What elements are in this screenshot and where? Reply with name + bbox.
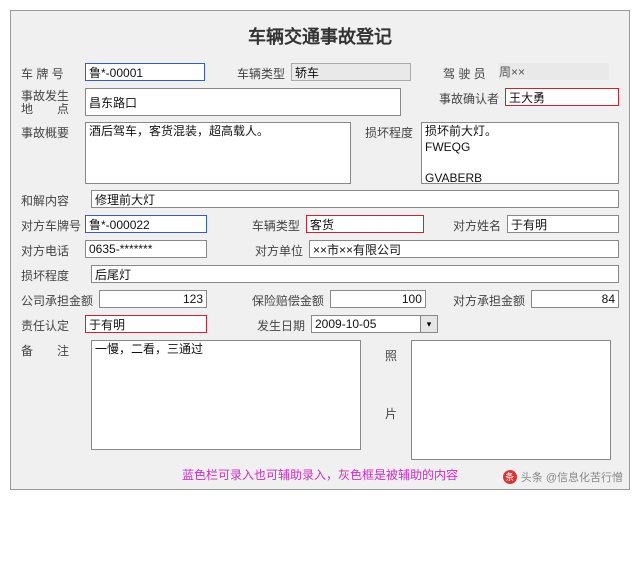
label-vehicle-type: 车辆类型 (237, 63, 291, 82)
form-title: 车辆交通事故登记 (21, 23, 619, 49)
label-confirmer: 事故确认者 (439, 88, 505, 107)
input-opp-amount[interactable] (531, 290, 619, 308)
label-occur-date: 发生日期 (257, 315, 311, 334)
textarea-summary[interactable]: 酒后驾车，客货混装，超高载人。 (85, 122, 351, 184)
label-summary: 事故概要 (21, 122, 85, 141)
textarea-remark[interactable]: 一慢，二看，三通过 (91, 340, 361, 450)
input-confirmer[interactable] (505, 88, 619, 106)
label-responsible: 责任认定 (21, 315, 85, 334)
watermark-icon: 条 (503, 470, 517, 484)
input-plate-no[interactable] (85, 63, 205, 81)
input-vehicle-type (291, 63, 411, 81)
watermark: 条 头条 @信息化苦行憎 (503, 469, 623, 485)
input-responsible[interactable] (85, 315, 207, 333)
label-insurance-amount: 保险赔偿金额 (252, 290, 330, 309)
calendar-button[interactable]: ▾ (420, 315, 438, 333)
value-driver: 周×× (499, 63, 609, 80)
input-opp-plate[interactable] (85, 215, 207, 233)
input-opp-name[interactable] (507, 215, 619, 233)
label-opp-amount: 对方承担金额 (453, 290, 531, 309)
input-opp-unit[interactable] (309, 240, 619, 258)
label-driver: 驾 驶 员 (443, 63, 499, 82)
photo-placeholder (411, 340, 611, 460)
label-opp-vehicle-type: 车辆类型 (252, 215, 306, 234)
label-opp-plate: 对方车牌号 (21, 215, 85, 234)
label-company-amount: 公司承担金额 (21, 290, 99, 309)
label-plate-no: 车 牌 号 (21, 63, 85, 82)
label-opp-damage: 损坏程度 (21, 265, 85, 284)
input-settlement[interactable] (91, 190, 619, 208)
watermark-text: 头条 @信息化苦行憎 (521, 469, 623, 485)
label-photo: 照 片 (377, 340, 405, 428)
label-damage-level: 损坏程度 (365, 122, 421, 141)
label-opp-unit: 对方单位 (255, 240, 309, 259)
label-accident-place: 事故发生 地 点 (21, 88, 85, 116)
input-accident-place[interactable] (85, 88, 401, 116)
label-opp-name: 对方姓名 (453, 215, 507, 234)
label-settlement: 和解内容 (21, 190, 85, 209)
textarea-damage-level[interactable]: 损坏前大灯。 FWEQG GVABERB (421, 122, 619, 184)
label-remark: 备 注 (21, 340, 85, 359)
input-insurance-amount[interactable] (330, 290, 426, 308)
datepicker-occur-date[interactable]: ▾ (311, 315, 438, 333)
input-opp-phone[interactable] (85, 240, 207, 258)
label-opp-phone: 对方电话 (21, 240, 85, 259)
input-occur-date[interactable] (311, 315, 421, 333)
input-company-amount[interactable] (99, 290, 207, 308)
input-opp-vehicle-type[interactable] (306, 215, 424, 233)
input-opp-damage[interactable] (91, 265, 619, 283)
accident-form: 车辆交通事故登记 车 牌 号 车辆类型 驾 驶 员 周×× 事故发生 地 点 事… (10, 10, 630, 490)
